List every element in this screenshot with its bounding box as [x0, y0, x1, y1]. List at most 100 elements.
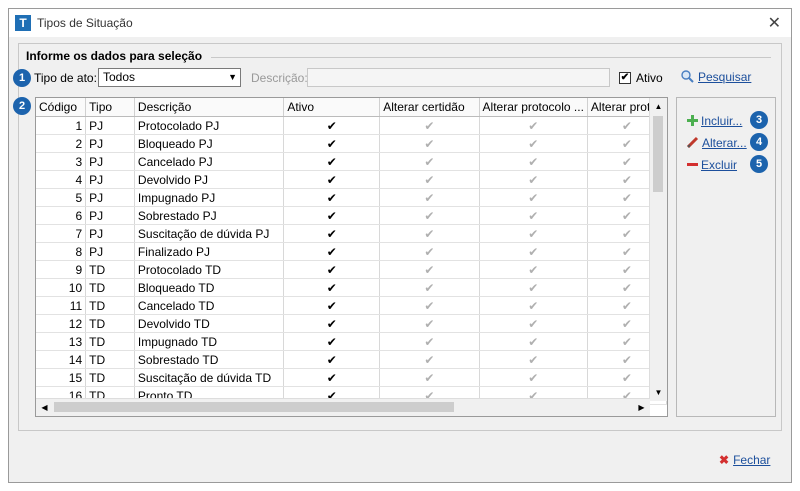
table-row[interactable]: 7 PJ Suscitação de dúvida PJ ✔ ✔ ✔ ✔	[36, 224, 667, 243]
cell-ativo[interactable]: ✔	[283, 134, 381, 153]
horizontal-scrollbar[interactable]: ◀ ▶	[36, 398, 650, 416]
search-button[interactable]: Pesquisar	[681, 70, 751, 84]
checkmark-icon: ✔	[326, 136, 337, 151]
cell-alterar-certidao: ✔	[379, 278, 480, 297]
table-row[interactable]: 2 PJ Bloqueado PJ ✔ ✔ ✔ ✔	[36, 134, 667, 153]
cell-tipo: PJ	[85, 152, 135, 171]
cell-descricao: Cancelado PJ	[134, 152, 285, 171]
checkmark-icon: ✔	[326, 172, 337, 187]
cell-alterar-certidao: ✔	[379, 170, 480, 189]
scroll-right-icon[interactable]: ▶	[633, 399, 650, 416]
cell-descricao: Suscitação de dúvida TD	[134, 368, 285, 387]
cell-ativo[interactable]: ✔	[283, 314, 381, 333]
table-row[interactable]: 5 PJ Impugnado PJ ✔ ✔ ✔ ✔	[36, 188, 667, 207]
cell-alterar-certidao: ✔	[379, 152, 480, 171]
cell-alterar-protocolo: ✔	[479, 368, 588, 387]
cell-alterar-protocolo: ✔	[479, 170, 588, 189]
table-row[interactable]: 14 TD Sobrestado TD ✔ ✔ ✔ ✔	[36, 350, 667, 369]
incluir-button[interactable]: Incluir...	[687, 114, 742, 128]
scroll-left-icon[interactable]: ◀	[36, 399, 53, 416]
cell-alterar-protocolo: ✔	[479, 260, 588, 279]
cell-alterar-protocolo: ✔	[479, 134, 588, 153]
table-row[interactable]: 4 PJ Devolvido PJ ✔ ✔ ✔ ✔	[36, 170, 667, 189]
checkmark-icon: ✔	[528, 370, 539, 385]
horizontal-scroll-thumb[interactable]	[54, 402, 454, 412]
grid-header: Código Tipo Descrição Ativo Alterar cert…	[36, 98, 667, 117]
tipo-select-value: Todos	[103, 70, 136, 84]
cell-codigo: 11	[36, 296, 87, 315]
checkmark-icon: ✔	[528, 172, 539, 187]
table-row[interactable]: 10 TD Bloqueado TD ✔ ✔ ✔ ✔	[36, 278, 667, 297]
cell-descricao: Devolvido PJ	[134, 170, 285, 189]
checkmark-icon: ✔	[621, 370, 632, 385]
checkmark-icon: ✔	[424, 316, 435, 331]
checkmark-icon: ✔	[528, 190, 539, 205]
alterar-label: Alterar...	[702, 136, 747, 150]
vertical-scroll-thumb[interactable]	[653, 116, 663, 192]
cell-ativo[interactable]: ✔	[283, 368, 381, 387]
checkmark-icon: ✔	[424, 154, 435, 169]
close-icon[interactable]: ✕	[768, 13, 781, 33]
table-row[interactable]: 8 PJ Finalizado PJ ✔ ✔ ✔ ✔	[36, 242, 667, 261]
col-tipo[interactable]: Tipo	[85, 98, 135, 117]
cell-ativo[interactable]: ✔	[283, 260, 381, 279]
cell-tipo: PJ	[85, 242, 135, 261]
col-codigo[interactable]: Código	[36, 98, 87, 117]
chevron-down-icon[interactable]: ▼	[228, 69, 237, 86]
excluir-button[interactable]: Excluir	[687, 158, 737, 172]
checkmark-icon: ✔	[528, 136, 539, 151]
table-row[interactable]: 6 PJ Sobrestado PJ ✔ ✔ ✔ ✔	[36, 206, 667, 225]
col-alterar-certidao[interactable]: Alterar certidão	[379, 98, 480, 117]
fechar-button[interactable]: ✖ Fechar	[719, 453, 770, 467]
cell-ativo[interactable]: ✔	[283, 278, 381, 297]
scroll-down-icon[interactable]: ▼	[650, 384, 667, 401]
situacao-grid[interactable]: Código Tipo Descrição Ativo Alterar cert…	[35, 97, 668, 417]
table-row[interactable]: 1 PJ Protocolado PJ ✔ ✔ ✔ ✔	[36, 116, 667, 135]
table-row[interactable]: 13 TD Impugnado TD ✔ ✔ ✔ ✔	[36, 332, 667, 351]
ativo-checkbox[interactable]: ✔	[619, 72, 631, 84]
cell-ativo[interactable]: ✔	[283, 332, 381, 351]
search-label: Pesquisar	[698, 70, 752, 84]
app-logo-icon: T	[15, 15, 31, 31]
cell-ativo[interactable]: ✔	[283, 242, 381, 261]
vertical-scrollbar[interactable]: ▲ ▼	[649, 98, 667, 401]
checkmark-icon: ✔	[424, 190, 435, 205]
descricao-input[interactable]	[307, 68, 610, 87]
table-row[interactable]: 12 TD Devolvido TD ✔ ✔ ✔ ✔	[36, 314, 667, 333]
checkmark-icon: ✔	[424, 298, 435, 313]
cell-ativo[interactable]: ✔	[283, 296, 381, 315]
cell-ativo[interactable]: ✔	[283, 170, 381, 189]
badge-5: 5	[750, 155, 768, 173]
checkmark-icon: ✔	[326, 334, 337, 349]
cell-ativo[interactable]: ✔	[283, 116, 381, 135]
table-row[interactable]: 3 PJ Cancelado PJ ✔ ✔ ✔ ✔	[36, 152, 667, 171]
checkmark-icon: ✔	[424, 172, 435, 187]
cell-descricao: Impugnado PJ	[134, 188, 285, 207]
cell-alterar-certidao: ✔	[379, 260, 480, 279]
cell-ativo[interactable]: ✔	[283, 206, 381, 225]
col-descricao[interactable]: Descrição	[134, 98, 285, 117]
cell-ativo[interactable]: ✔	[283, 350, 381, 369]
checkmark-icon: ✔	[326, 154, 337, 169]
col-ativo[interactable]: Ativo	[283, 98, 381, 117]
tipo-select[interactable]: Todos ▼	[98, 68, 241, 87]
cell-codigo: 7	[36, 224, 87, 243]
checkmark-icon: ✔	[621, 154, 632, 169]
cell-codigo: 5	[36, 188, 87, 207]
cell-ativo[interactable]: ✔	[283, 188, 381, 207]
scroll-up-icon[interactable]: ▲	[650, 98, 667, 115]
cell-ativo[interactable]: ✔	[283, 224, 381, 243]
checkmark-icon: ✔	[326, 370, 337, 385]
cell-tipo: TD	[85, 278, 135, 297]
table-row[interactable]: 11 TD Cancelado TD ✔ ✔ ✔ ✔	[36, 296, 667, 315]
col-alterar-protocolo[interactable]: Alterar protocolo ...	[479, 98, 588, 117]
checkmark-icon: ✔	[326, 262, 337, 277]
checkmark-icon: ✔	[424, 334, 435, 349]
table-row[interactable]: 15 TD Suscitação de dúvida TD ✔ ✔ ✔ ✔	[36, 368, 667, 387]
checkmark-icon: ✔	[326, 280, 337, 295]
cell-ativo[interactable]: ✔	[283, 152, 381, 171]
table-row[interactable]: 9 TD Protocolado TD ✔ ✔ ✔ ✔	[36, 260, 667, 279]
alterar-button[interactable]: Alterar...	[686, 136, 747, 150]
checkmark-icon: ✔	[528, 298, 539, 313]
cell-codigo: 2	[36, 134, 87, 153]
